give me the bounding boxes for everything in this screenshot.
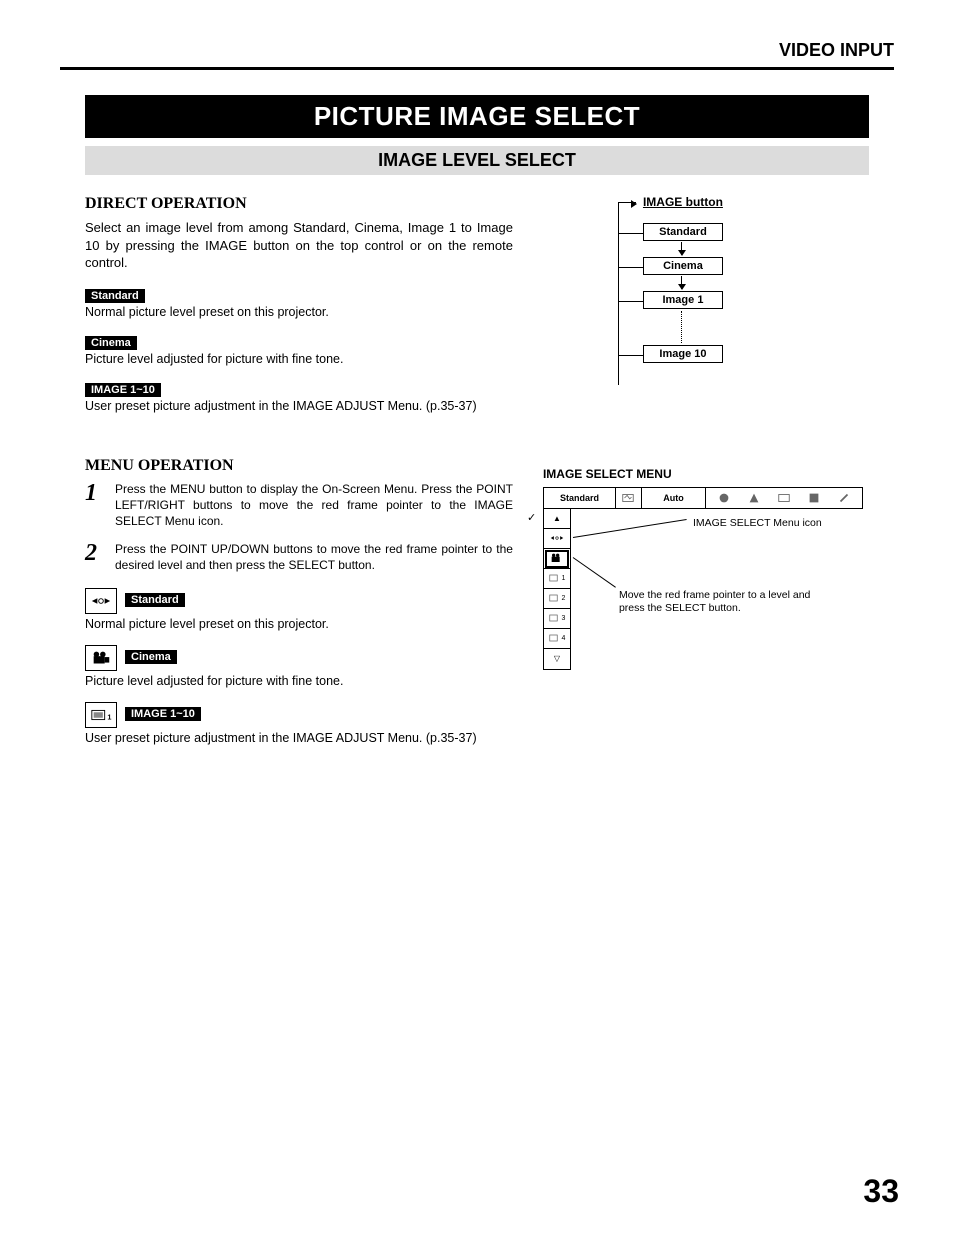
- menu-image4-item: 4: [544, 629, 570, 649]
- menu-bar-icon: [616, 488, 642, 508]
- diagram-box-image1: Image 1: [643, 291, 723, 309]
- menu-up-arrow: ▲: [544, 509, 570, 529]
- step-2-text: Press the POINT UP/DOWN buttons to move …: [115, 541, 513, 573]
- image-preset-icon: 1: [85, 702, 117, 728]
- chip-image1-10-2: IMAGE 1~10: [125, 707, 201, 721]
- chip-standard-2: Standard: [125, 593, 185, 607]
- callout-menu-icon: IMAGE SELECT Menu icon: [693, 517, 822, 529]
- menu-heading: MENU OPERATION: [85, 457, 513, 475]
- menu-down-arrow: ▽: [544, 649, 570, 669]
- checkmark-icon: ✓: [527, 511, 536, 524]
- chip-image1-10: IMAGE 1~10: [85, 383, 161, 397]
- standard-icon: [85, 588, 117, 614]
- step-1-num: 1: [85, 481, 105, 530]
- menu-cinema-item: [544, 549, 570, 569]
- select-menu-diagram: Standard Auto: [543, 487, 863, 667]
- menu-image1-item: 1: [544, 569, 570, 589]
- diagram-title: IMAGE button: [643, 195, 723, 209]
- menu-image2-item: 2: [544, 589, 570, 609]
- chip-standard: Standard: [85, 289, 145, 303]
- desc-cinema: Picture level adjusted for picture with …: [85, 352, 513, 366]
- desc-cinema-2: Picture level adjusted for picture with …: [85, 674, 513, 688]
- diagram-box-cinema: Cinema: [643, 257, 723, 275]
- page-subtitle: IMAGE LEVEL SELECT: [85, 146, 869, 175]
- desc-image1-10: User preset picture adjustment in the IM…: [85, 399, 513, 413]
- diagram-box-standard: Standard: [643, 223, 723, 241]
- menu-image3-item: 3: [544, 609, 570, 629]
- page-number: 33: [863, 1173, 899, 1210]
- header-section: VIDEO INPUT: [60, 40, 894, 70]
- diagram-box-image10: Image 10: [643, 345, 723, 363]
- step-1-text: Press the MENU button to display the On-…: [115, 481, 513, 530]
- chip-cinema-2: Cinema: [125, 650, 177, 664]
- chip-cinema: Cinema: [85, 336, 137, 350]
- desc-standard: Normal picture level preset on this proj…: [85, 305, 513, 319]
- direct-intro: Select an image level from among Standar…: [85, 219, 513, 272]
- callout-instruction: Move the red frame pointer to a level an…: [619, 589, 819, 616]
- select-menu-heading: IMAGE SELECT MENU: [543, 467, 869, 481]
- cinema-icon: [85, 645, 117, 671]
- menu-bar-icons: [706, 488, 862, 508]
- step-2-num: 2: [85, 541, 105, 573]
- direct-heading: DIRECT OPERATION: [85, 195, 513, 213]
- menu-bar-standard: Standard: [544, 488, 616, 508]
- menu-standard-item: [544, 529, 570, 549]
- page-title: PICTURE IMAGE SELECT: [85, 95, 869, 138]
- svg-text:1: 1: [107, 712, 111, 721]
- desc-standard-2: Normal picture level preset on this proj…: [85, 617, 513, 631]
- desc-image1-10-2: User preset picture adjustment in the IM…: [85, 731, 513, 745]
- menu-bar-auto: Auto: [642, 488, 706, 508]
- image-button-diagram: IMAGE button Standard Cinema Image 1 Ima…: [573, 195, 803, 395]
